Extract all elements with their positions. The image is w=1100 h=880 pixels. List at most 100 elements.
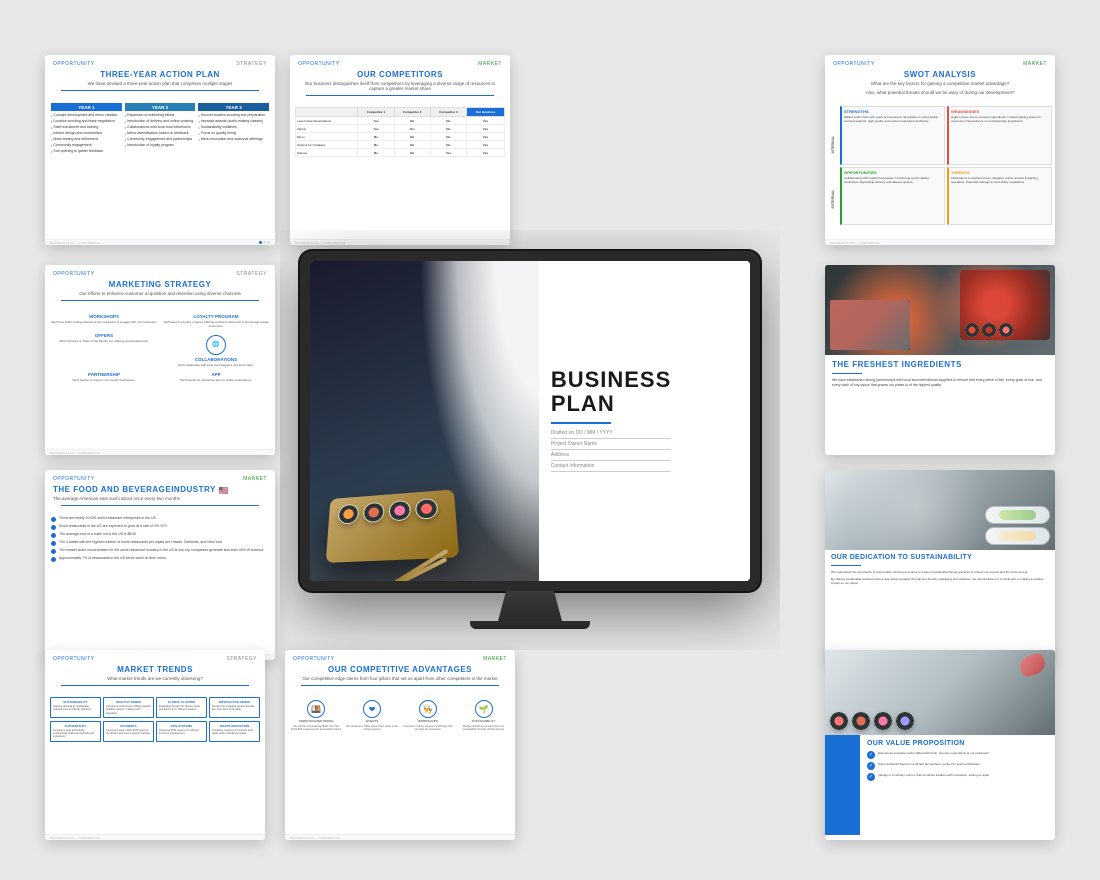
trends-footer: BUSINESS PLAN — CONFIDENTIAL <box>45 834 265 840</box>
year2-item-3: Collaborations with local food influence… <box>125 125 196 130</box>
swot-grid: STRENGTHS Skilled sushi chefs with years… <box>840 106 1052 225</box>
year3-item-3: Sustainability initiatives <box>198 125 269 130</box>
sushi-mini-rolls <box>965 323 1013 337</box>
year1-item-1: Concept development and menu creation <box>51 113 122 118</box>
swot-subtitle1: What are the key factors for gaining a c… <box>833 81 1047 86</box>
trend-global-title: GLOBAL FLAVORS <box>159 700 204 704</box>
trend-global: GLOBAL FLAVORS Expanding demand for dive… <box>156 697 207 718</box>
fb-dot-5 <box>51 549 56 554</box>
fb-stat-text-6: Approximately 7% of restaurants in the U… <box>59 556 167 561</box>
trends-subtitle: What market trends are we currently obse… <box>53 676 257 681</box>
sushi-piece-3 <box>389 500 411 522</box>
trends-grid-row1: SUSTAINABILITY Growing demand for sustai… <box>50 697 260 718</box>
footer-confidential-3: BUSINESS PLAN — CONFIDENTIAL <box>830 241 881 245</box>
mkt-offers-text: We'll introduce a 'Taste of the Month' s… <box>50 340 158 344</box>
us-r1: Yes <box>467 117 505 125</box>
swot-footer: BUSINESS PLAN — CONFIDENTIAL <box>825 239 1055 245</box>
us-r2: Yes <box>467 125 505 133</box>
spring-roll-1 <box>985 506 1050 524</box>
opportunities-text: Collaborating with nearby businesses. In… <box>844 176 942 184</box>
marketing-grid: WORKSHOPS We'll host sushi making classe… <box>50 314 270 383</box>
maki-4 <box>896 712 914 730</box>
events-icon: ❤ <box>363 700 381 718</box>
trend-payments: PAYMENTS Customers seek mobile POS syste… <box>103 721 154 742</box>
feature-5: Sauces <box>296 149 358 157</box>
feature-1: Last-minute Reservations <box>296 117 358 125</box>
fb-dot-6 <box>51 557 56 562</box>
year1-col: YEAR 1 Concept development and menu crea… <box>51 103 122 155</box>
trend-pos-text: Advanced POS systems for efficient inven… <box>159 729 204 736</box>
three-year-divider <box>61 90 259 91</box>
year2-col: YEAR 2 Expansion of marketing efforts In… <box>125 103 196 155</box>
spring-roll-fill-2 <box>999 531 1037 541</box>
us-r4: Yes <box>467 141 505 149</box>
valueProp-content: OUR VALUE PROPOSITION ✓ Experience exqui… <box>825 650 1055 840</box>
mini-roll-3 <box>999 323 1013 337</box>
threats-text: Fluctuations in seafood prices. Negative… <box>951 176 1049 184</box>
tag-market-7: MARKET <box>483 656 507 662</box>
trend-interactive-text: Demand for engaging experiences like liv… <box>212 705 257 712</box>
tag-opportunity-4: OPPORTUNITY <box>53 271 95 277</box>
monitor-screen: BUSINESS PLAN Drafted on DD / MM / YYYY … <box>310 261 750 581</box>
tag-market-2: MARKET <box>478 61 502 67</box>
spring-roll-2 <box>985 527 1050 545</box>
year1-item-6: Community engagement <box>51 143 122 148</box>
opportunities-title: OPPORTUNITIES <box>844 170 942 175</box>
compAdv-footer: BUSINESS PLAN — CONFIDENTIAL <box>285 834 515 840</box>
trend-payments-text: Customers seek mobile POS systems for ef… <box>106 729 151 736</box>
footer-confidential-7: BUSINESS PLAN — CONFIDENTIAL <box>290 836 341 840</box>
fb-stat-text-3: The average cost of a sushi roll in the … <box>59 532 137 537</box>
trend-sustainability-title: SUSTAINABILITY <box>53 700 98 704</box>
c1-r5: No <box>358 149 394 157</box>
c2-r4: No <box>394 141 430 149</box>
mkt-app: APP We'll launch an interactive app for … <box>162 372 270 383</box>
trend-healthy-text: Customers' preferences shifting towards … <box>106 705 151 715</box>
bp-title: BUSINESS <box>551 368 738 392</box>
fb-stat-2: Sushi restaurants in the US are expected… <box>51 524 269 530</box>
year3-item-2: Increase awards (sushi-making classes) <box>198 119 269 124</box>
c1-r1: Yes <box>358 117 394 125</box>
marketing-divider <box>61 300 259 301</box>
maki-1 <box>830 712 848 730</box>
comp-header-c1: Competitor 1 <box>358 108 394 117</box>
mkt-partnership: PARTNERSHIP We'll partner to support com… <box>50 372 158 383</box>
mkt-offers-title: OFFERS <box>50 333 158 338</box>
mini-roll-2 <box>982 323 996 337</box>
swot-threats: THREATS Fluctuations in seafood prices. … <box>947 167 1052 226</box>
year3-col: YEAR 3 Second location scouting and prep… <box>198 103 269 155</box>
sustain-divider <box>831 565 861 566</box>
fb-dot-2 <box>51 525 56 530</box>
fb-stat-6: Approximately 7% of restaurants in the U… <box>51 556 269 562</box>
swot-weaknesses: WEAKNESSES Higher prices due to premium … <box>947 106 1052 165</box>
year2-item-4: Menu diversification based on feedback <box>125 131 196 136</box>
valueProp-title: OUR VALUE PROPOSITION <box>867 740 1050 748</box>
year2-item-6: Introduction of loyalty program <box>125 143 196 148</box>
c3-r1: No <box>430 117 466 125</box>
mkt-partnership-text: We'll partner to support community busin… <box>50 379 158 383</box>
sustain-text: OUR DEDICATION TO SUSTAINABILITY We unde… <box>825 550 1055 592</box>
bp-contact: Contact Information <box>551 463 671 472</box>
table-row: Options for Omakase No No No Yes <box>296 141 505 149</box>
fb-stat-text-2: Sushi restaurants in the US are expected… <box>59 524 168 529</box>
tag-opportunity-1: OPPORTUNITY <box>53 61 95 67</box>
tag-opportunity-6: OPPORTUNITY <box>53 656 95 662</box>
swot-strengths: STRENGTHS Skilled sushi chefs with years… <box>840 106 945 165</box>
year3-item-1: Second location scouting and preparation <box>198 113 269 118</box>
competitors-divider <box>306 95 494 96</box>
compAdv-title: OUR COMPETITIVE ADVANTAGES <box>293 665 507 674</box>
comp-header-us: Our Business <box>467 108 505 117</box>
sustain-content: OUR DEDICATION TO SUSTAINABILITY We unde… <box>825 470 1055 660</box>
table-row: Last-minute Reservations Yes No No Yes <box>296 117 505 125</box>
compAdv-content: 🍱 PERSONALIZED DINING We provide an inte… <box>285 694 515 734</box>
fb-subtitle: The average American eats sushi about on… <box>53 496 267 501</box>
spring-roll-fill-1 <box>999 510 1037 520</box>
trend-pos: POS SYSTEMS Advanced POS systems for eff… <box>156 721 207 742</box>
tag-strategy-6: STRATEGY <box>226 656 257 662</box>
competitors-subtitle: Our business distinguishes itself from c… <box>298 81 502 91</box>
c3-r4: No <box>430 141 466 149</box>
fb-stat-3: The average cost of a sushi roll in the … <box>51 532 269 538</box>
trend-payments-title: PAYMENTS <box>106 724 151 728</box>
year1-item-3: Staff recruitment and training <box>51 125 122 130</box>
swot-title: SWOT ANALYSIS <box>833 70 1047 79</box>
globe-icon: 🌐 <box>206 335 226 355</box>
